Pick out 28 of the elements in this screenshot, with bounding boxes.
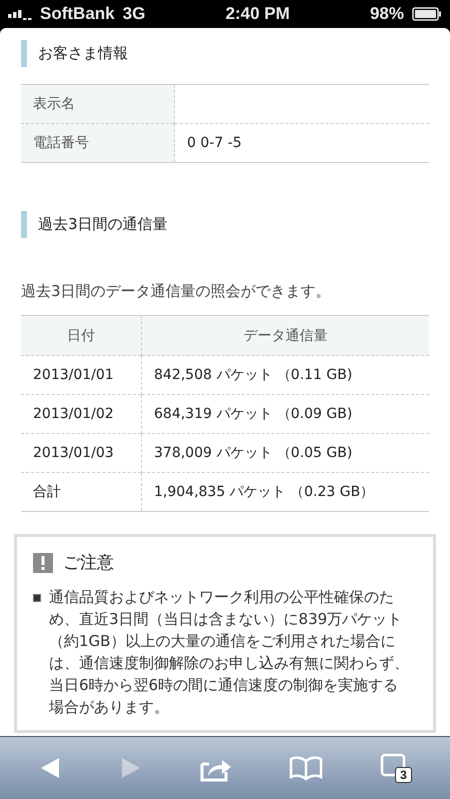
- tabs-button[interactable]: 3: [376, 749, 416, 787]
- table-cell: 2013/01/01: [21, 356, 142, 394]
- signal-icon: [8, 8, 32, 20]
- section-heading: 過去3日間の通信量: [21, 211, 429, 238]
- battery-percent: 98%: [370, 4, 404, 24]
- description-text: 過去3日間のデータ通信量の照会ができます。: [21, 282, 332, 301]
- clock-time: 2:40 PM: [226, 4, 290, 24]
- field-label: 電話番号: [21, 124, 174, 162]
- field-label: 表示名: [21, 84, 174, 124]
- table-cell: 1,904,835 パケット （0.23 GB）: [142, 472, 429, 512]
- column-header: データ通信量: [142, 316, 429, 356]
- exclamation-icon: [33, 552, 53, 572]
- bullet-icon: [33, 594, 41, 602]
- column-header: 日付: [21, 316, 142, 356]
- table-cell: 合計: [21, 472, 142, 512]
- network-type: 3G: [122, 4, 146, 24]
- notice-text: 通信品質およびネットワーク利用の公平性確保のため、直近3日間（当日は含まない）に839万パケット（約1GB）以上の大量の通信をご利用された場合には、通信速度制御解除のお申し込み有無に関わらず、当日6時から翌6時の間に通信速度の制御を実施する場合があります。: [49, 587, 410, 718]
- battery-icon: [412, 7, 442, 21]
- carrier-name: SoftBank: [40, 4, 115, 24]
- table-cell: 684,319 パケット （0.09 GB): [142, 394, 429, 434]
- table-cell: 2013/01/03: [21, 434, 142, 472]
- section-heading: お客さま情報: [21, 40, 429, 67]
- field-value: 0 0-7 -5: [174, 124, 429, 162]
- book-icon: [289, 755, 324, 781]
- table-cell: 378,009 パケット （0.05 GB): [142, 434, 429, 472]
- notice-title: ご注意: [63, 552, 114, 574]
- table-cell: 842,508 パケット （0.11 GB): [142, 356, 429, 394]
- table-cell: 2013/01/02: [21, 394, 142, 434]
